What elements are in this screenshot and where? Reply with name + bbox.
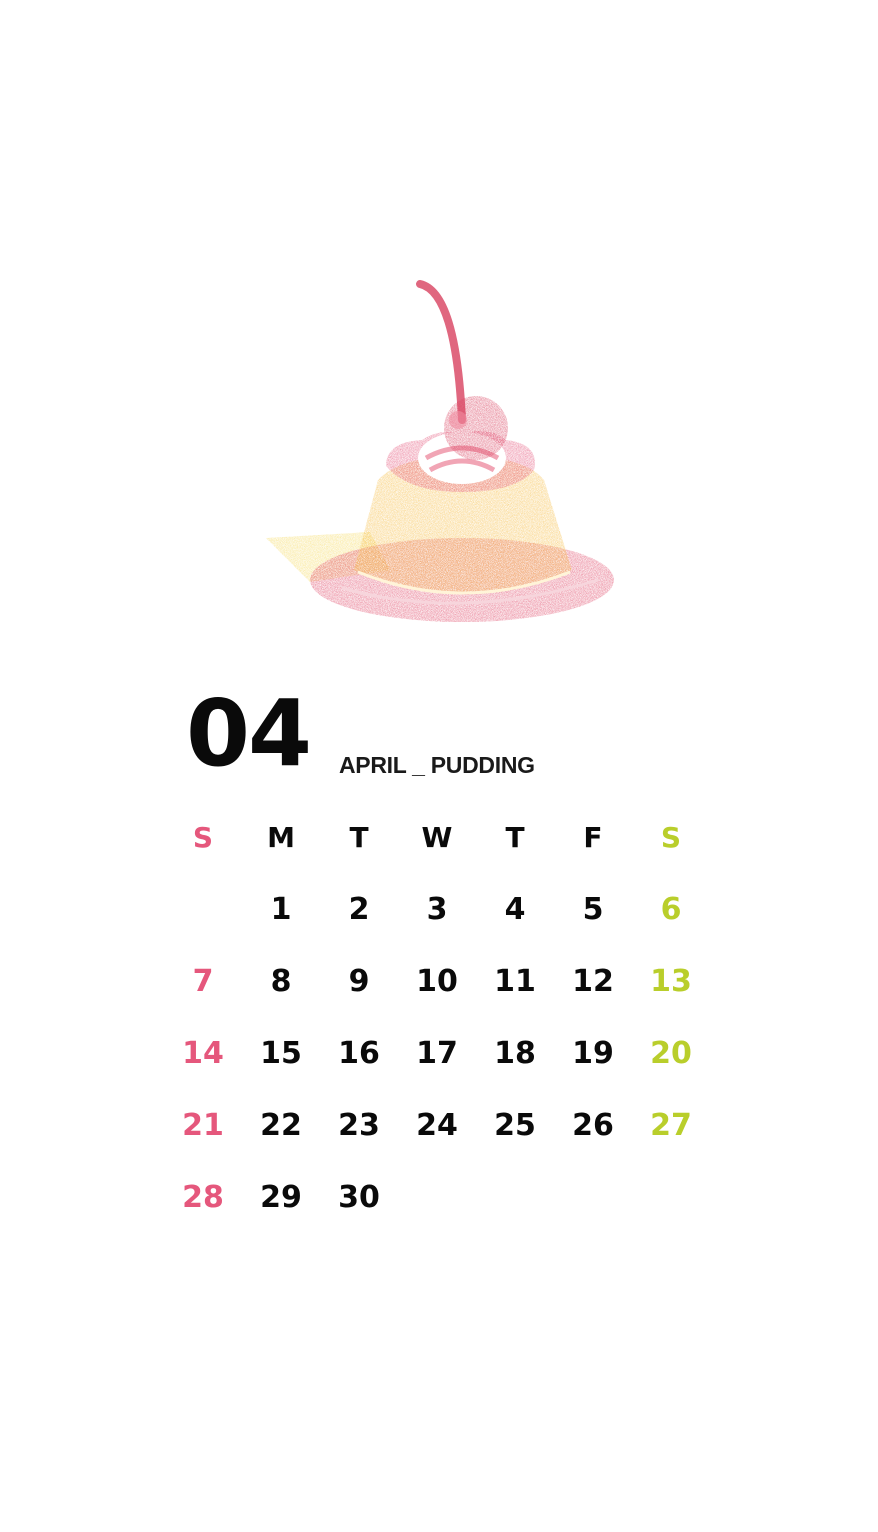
day-cell: 20	[650, 1036, 692, 1071]
week-row: 7 8 9 10 11 12 13	[164, 946, 710, 1018]
week-row: 1 2 3 4 5 6	[164, 874, 710, 946]
day-cell: 4	[504, 892, 526, 927]
day-cell: 13	[650, 964, 692, 999]
day-cell: 3	[426, 892, 448, 927]
week-row: 28 29 30	[164, 1162, 710, 1234]
day-cell: 19	[572, 1036, 614, 1071]
day-cell: 6	[660, 892, 682, 927]
weekday-thursday: T	[505, 821, 525, 854]
week-row: 14 15 16 17 18 19 20	[164, 1018, 710, 1090]
day-cell: 18	[494, 1036, 536, 1071]
day-cell: 2	[348, 892, 370, 927]
day-cell: 14	[182, 1036, 224, 1071]
weekday-tuesday: T	[349, 821, 369, 854]
calendar-grid: S M T W T F S 1 2 3 4 5 6 7 8 9 10 11 12…	[164, 802, 710, 1234]
day-cell: 12	[572, 964, 614, 999]
weekday-wednesday: W	[421, 821, 453, 854]
month-caption: APRIL _ PUDDING	[339, 752, 535, 778]
day-cell: 5	[582, 892, 604, 927]
weekday-monday: M	[267, 821, 295, 854]
day-cell: 29	[260, 1180, 302, 1215]
day-cell: 16	[338, 1036, 380, 1071]
day-cell: 28	[182, 1180, 224, 1215]
day-cell: 21	[182, 1108, 224, 1143]
week-row: 21 22 23 24 25 26 27	[164, 1090, 710, 1162]
day-cell: 7	[192, 964, 214, 999]
weekday-friday: F	[583, 821, 603, 854]
day-cell: 8	[270, 964, 292, 999]
day-cell: 10	[416, 964, 458, 999]
month-number: 04	[186, 680, 312, 787]
day-cell: 30	[338, 1180, 380, 1215]
cherry-shape	[444, 396, 508, 460]
day-cell: 11	[494, 964, 536, 999]
day-cell: 9	[348, 964, 370, 999]
day-cell: 25	[494, 1108, 536, 1143]
weekday-sunday: S	[192, 821, 214, 854]
day-cell: 22	[260, 1108, 302, 1143]
day-cell: 26	[572, 1108, 614, 1143]
day-cell: 23	[338, 1108, 380, 1143]
weekday-header-row: S M T W T F S	[164, 802, 710, 874]
day-cell: 17	[416, 1036, 458, 1071]
day-cell: 15	[260, 1036, 302, 1071]
cherry-stem-shape	[416, 280, 466, 424]
weekday-saturday: S	[660, 821, 682, 854]
day-cell: 27	[650, 1108, 692, 1143]
pudding-illustration	[266, 280, 614, 622]
day-cell: 1	[270, 892, 292, 927]
day-cell: 24	[416, 1108, 458, 1143]
